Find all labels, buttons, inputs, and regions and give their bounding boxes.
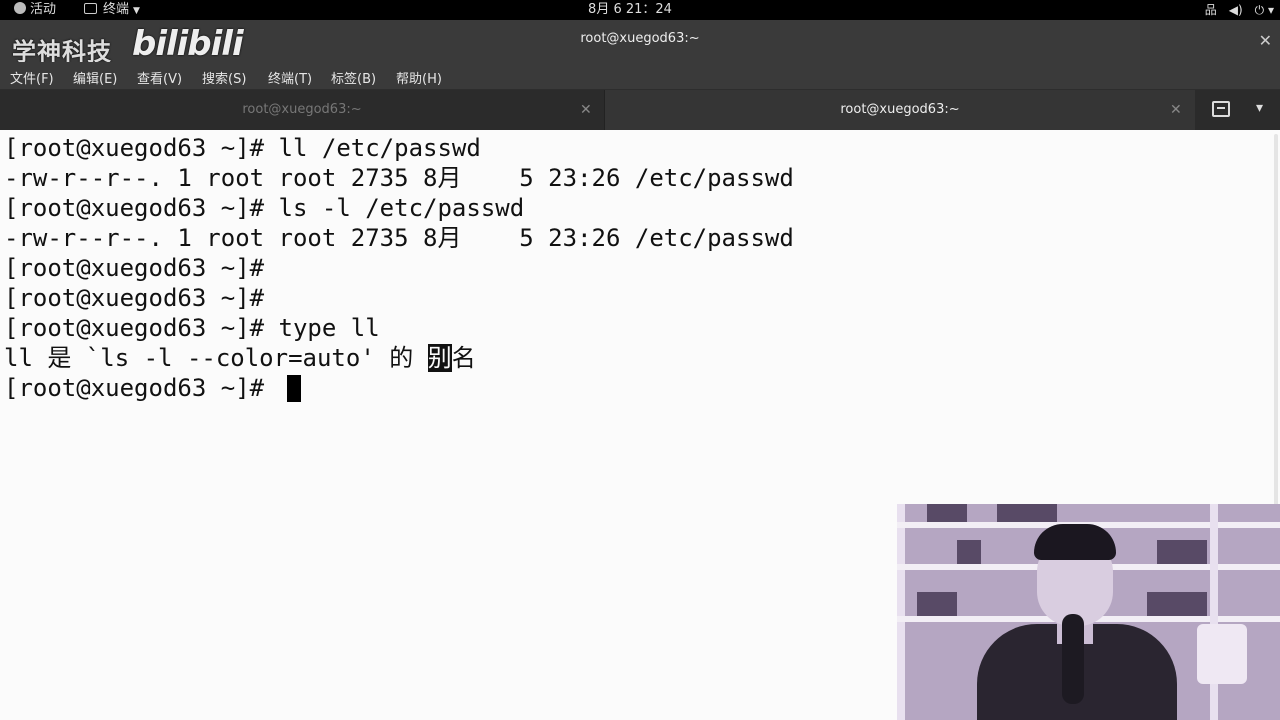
terminal-line: [root@xuegod63 ~]# [4,254,265,282]
terminal-line: -rw-r--r--. 1 root root 2735 8月 5 23:26 … [4,224,794,252]
close-window-icon[interactable]: ✕ [1259,31,1272,50]
menu-edit[interactable]: 编辑(E) [73,68,117,87]
menu-file[interactable]: 文件(F) [10,68,54,87]
system-status-menu[interactable]: 品 ◀) ⏻ ▾ [1193,1,1274,20]
tab-list-chevron-icon[interactable]: ▾ [1256,100,1263,116]
volume-icon: ◀) [1228,3,1243,17]
terminal-alias-output: ll 是 `ls -l --color=auto' 的 别名 [4,344,476,372]
tab-bar: root@xuegod63:~ ✕ root@xuegod63:~ ✕ ▾ [0,90,1280,130]
menu-view[interactable]: 查看(V) [137,68,182,87]
tab-2-active[interactable]: root@xuegod63:~ [605,90,1195,130]
clock[interactable]: 8月 6 21：24 [0,1,1260,19]
presenter-webcam-overlay [897,504,1280,720]
microphone [1062,614,1084,704]
window-title: root@xuegod63:~ [580,31,700,46]
tab-2-close-icon[interactable]: ✕ [1170,90,1182,130]
power-icon: ⏻ ▾ [1254,3,1274,17]
window-titlebar[interactable]: 学神科技 bilibili root@xuegod63:~ ✕ [0,20,1280,66]
terminal-line: -rw-r--r--. 1 root root 2735 8月 5 23:26 … [4,164,794,192]
menu-search[interactable]: 搜索(S) [202,68,246,87]
terminal-prompt: [root@xuegod63 ~]# [4,374,279,402]
menu-terminal[interactable]: 终端(T) [268,68,312,87]
menu-tabs[interactable]: 标签(B) [331,68,376,87]
tab-1-close-icon[interactable]: ✕ [580,90,592,130]
new-tab-icon[interactable] [1212,101,1230,117]
text-cursor [287,375,301,402]
network-icon: 品 [1204,3,1217,17]
menu-help[interactable]: 帮助(H) [396,68,442,87]
terminal-line: [root@xuegod63 ~]# type ll [4,314,380,342]
tab-1[interactable]: root@xuegod63:~ [0,90,605,130]
terminal-line: [root@xuegod63 ~]# [4,284,265,312]
terminal-line: [root@xuegod63 ~]# ls -l /etc/passwd [4,194,525,222]
selected-text: 别 [427,344,452,372]
menubar: 文件(F) 编辑(E) 查看(V) 搜索(S) 终端(T) 标签(B) 帮助(H… [0,62,1280,90]
gnome-top-bar: 活动 终端 ▼ 8月 6 21：24 品 ◀) ⏻ ▾ [0,0,1280,20]
terminal-line: [root@xuegod63 ~]# ll /etc/passwd [4,134,481,162]
